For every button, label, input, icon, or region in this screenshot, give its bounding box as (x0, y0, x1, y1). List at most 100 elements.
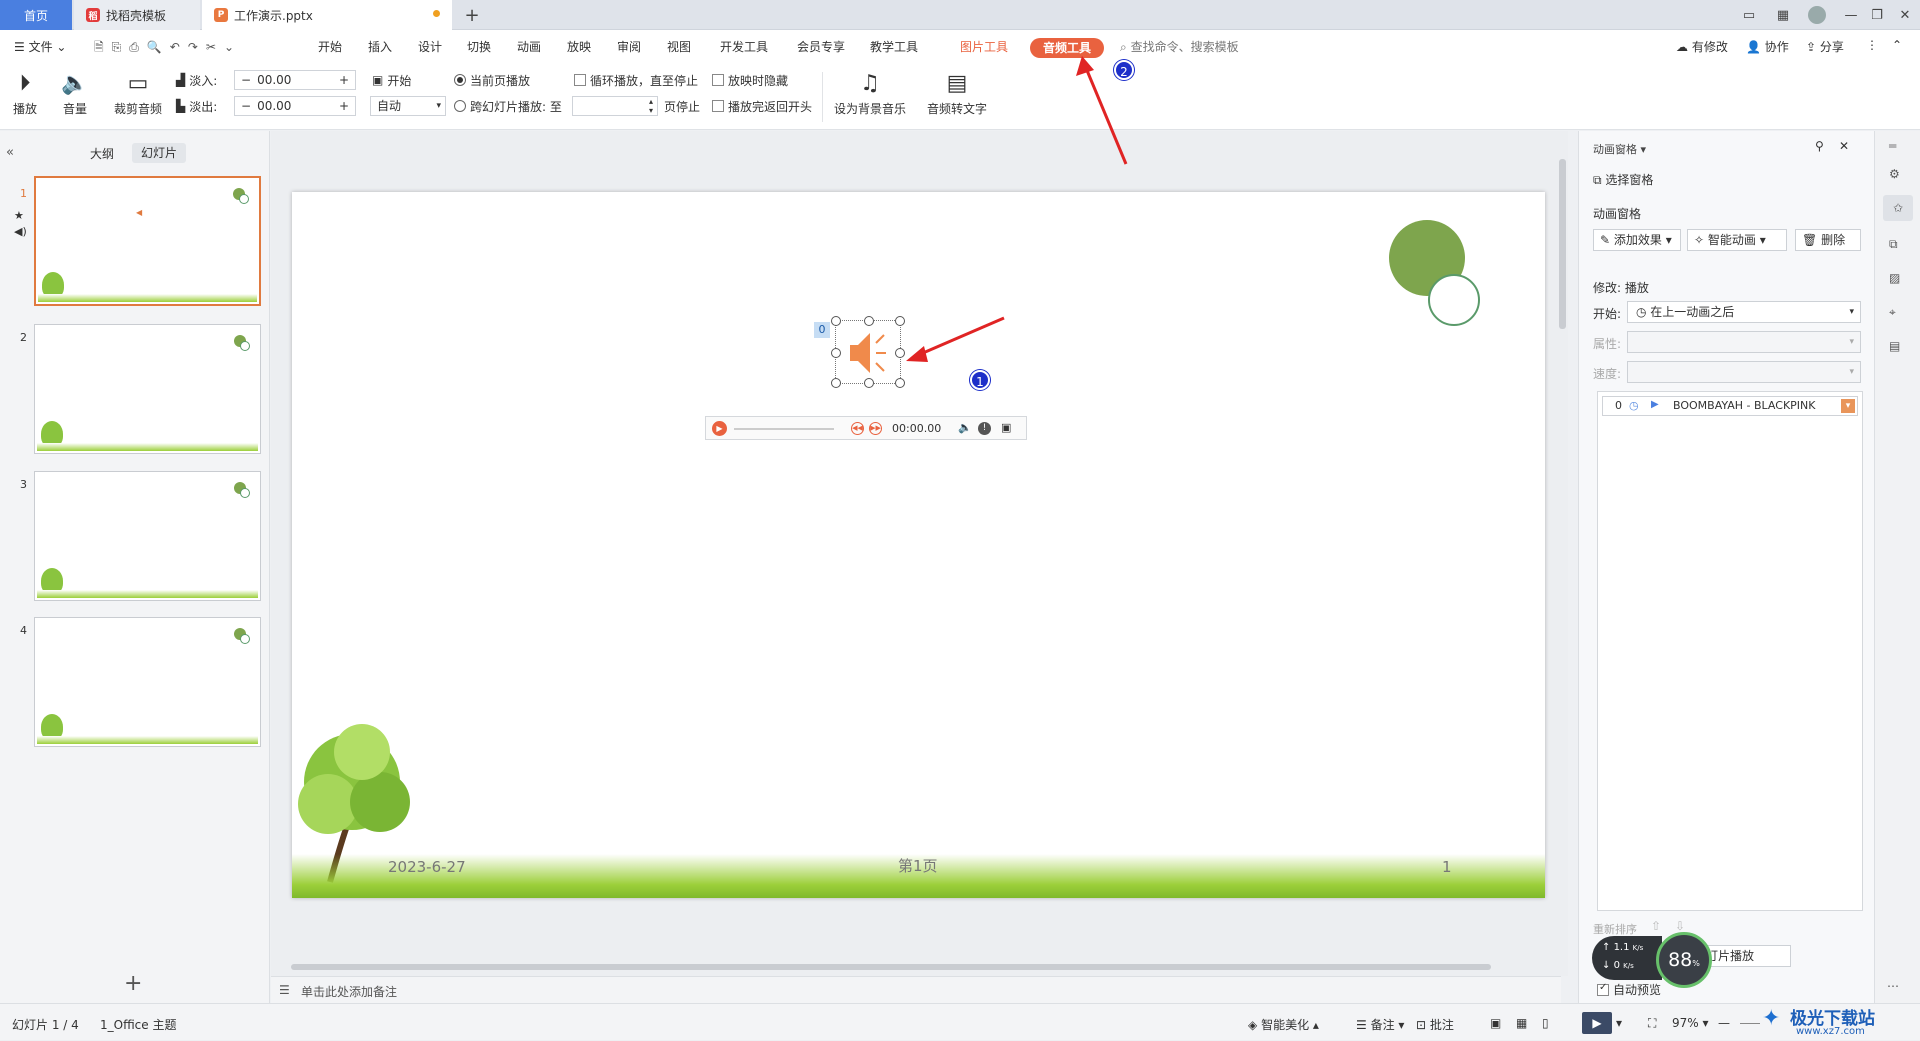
more-icon[interactable]: ⋮ (1866, 38, 1878, 52)
cross-slides-radio[interactable]: 跨幻灯片播放: 至 (454, 96, 562, 116)
zoom-out-icon[interactable]: — (1718, 1016, 1730, 1030)
menu-file[interactable]: ☰ 文件 ⌄ (14, 38, 66, 55)
add-slide-button[interactable]: + (124, 971, 142, 996)
avatar[interactable] (1800, 0, 1834, 30)
slideshow-play-button[interactable]: 灯片播放 (1699, 945, 1791, 967)
hide-on-show-checkbox[interactable]: 放映时隐藏 (712, 70, 788, 90)
modified-button[interactable]: ☁ 有修改 (1676, 38, 1728, 55)
audio-to-text-button[interactable]: ▤ 音频转文字 (924, 70, 990, 117)
current-page-radio[interactable]: 当前页播放 (454, 70, 530, 90)
notes-toggle-button[interactable]: ☰ 备注 ▾ (1356, 1016, 1404, 1033)
layout-icon[interactable]: ▭ (1732, 0, 1766, 30)
slide-thumbnail-1[interactable]: ◀ (34, 176, 261, 306)
zoom-level[interactable]: 97% ▾ (1672, 1016, 1709, 1030)
menu-teaching[interactable]: 教学工具 (870, 38, 918, 55)
hide-on-show-label: 放映时隐藏 (728, 73, 789, 88)
menu-view[interactable]: 视图 (667, 38, 691, 55)
menu-picture-tools[interactable]: 图片工具 (960, 38, 1008, 55)
menu-design[interactable]: 设计 (418, 38, 442, 55)
bg-music-button[interactable]: ♫ 设为背景音乐 (832, 70, 908, 117)
player-progress-track[interactable] (734, 428, 834, 430)
sorter-view-icon[interactable]: ▦ (1516, 1016, 1527, 1030)
share-button[interactable]: ⇪ 分享 (1806, 38, 1844, 55)
slide-thumbnail-2[interactable] (34, 324, 261, 454)
loop-checkbox[interactable]: 循环播放，直至停止 (574, 70, 698, 90)
slideshow-button[interactable]: ▶ (1582, 1012, 1612, 1034)
info-icon[interactable]: ! (978, 422, 991, 435)
tab-slides[interactable]: 幻灯片 (132, 143, 186, 163)
animation-item[interactable]: 0 ◷ ▶ BOOMBAYAH - BLACKPINK ▾ (1602, 396, 1858, 416)
properties-icon[interactable]: ⚙ (1889, 167, 1900, 181)
start-select[interactable]: 自动 ▾ (370, 96, 446, 116)
fit-icon[interactable]: ⛶ (1648, 1016, 1656, 1031)
notes-bar[interactable]: ☰ 单击此处添加备注 (271, 976, 1561, 1003)
slide-thumbnail-4[interactable] (34, 617, 261, 747)
collapse-ribbon-icon[interactable]: ⌃ (1892, 38, 1902, 52)
zoom-slider[interactable] (1740, 1023, 1760, 1024)
vertical-scrollbar[interactable] (1556, 141, 1568, 961)
menu-member[interactable]: 会员专享 (797, 38, 845, 55)
collapse-panel-icon[interactable]: « (6, 145, 14, 160)
select-pane-button[interactable]: ⧉ 选择窗格 (1593, 171, 1653, 188)
tab-document[interactable]: P 工作演示.pptx (202, 0, 452, 30)
player-play-button[interactable]: ▶ (712, 421, 727, 436)
grid-icon[interactable]: ▦ (1766, 0, 1800, 30)
stop-page-input[interactable]: ▴ ▾ (572, 96, 658, 116)
smart-animation-button[interactable]: ✧ 智能动画 ▾ (1687, 229, 1787, 251)
tab-outline[interactable]: 大纲 (90, 145, 114, 162)
menu-insert[interactable]: 插入 (368, 38, 392, 55)
comments-button[interactable]: ⊡ 批注 (1416, 1016, 1454, 1033)
menu-transition[interactable]: 切换 (467, 38, 491, 55)
horizontal-scrollbar[interactable] (281, 962, 1541, 972)
book-icon[interactable]: ▤ (1889, 339, 1900, 353)
item-dropdown-icon[interactable]: ▾ (1841, 399, 1855, 413)
start-dropdown[interactable]: ◷ 在上一动画之后 ▾ (1627, 301, 1861, 323)
pane-close-icon[interactable]: ✕ (1839, 139, 1849, 153)
player-volume-icon[interactable]: 🔈 (958, 421, 972, 434)
collab-button[interactable]: 👤 协作 (1746, 38, 1789, 55)
trim-audio-button[interactable]: ▭ 裁剪音频 (110, 70, 166, 117)
speed-dropdown[interactable]: ▾ (1627, 361, 1861, 383)
forward-icon[interactable]: ▶▶ (869, 422, 882, 435)
location-icon[interactable]: ⌖ (1889, 305, 1896, 320)
pane-title[interactable]: 动画窗格 ▾ (1593, 141, 1646, 157)
close-icon[interactable]: ✕ (1888, 0, 1920, 30)
move-down-icon[interactable]: ⇩ (1675, 919, 1685, 933)
more-tools-icon[interactable]: ⋯ (1887, 979, 1899, 993)
audio-object[interactable] (831, 316, 905, 388)
transition-icon[interactable]: ⧉ (1889, 237, 1898, 252)
fade-out-input[interactable]: −00.00 + (234, 96, 356, 116)
rewind-checkbox[interactable]: 播放完返回开头 (712, 96, 812, 116)
theme-name[interactable]: 1_Office 主题 (100, 1016, 176, 1033)
property-dropdown[interactable]: ▾ (1627, 331, 1861, 353)
slideshow-dropdown-icon[interactable]: ▾ (1616, 1016, 1622, 1030)
volume-button[interactable]: 🔈 音量 (54, 70, 96, 117)
smart-animation-label: 智能动画 (1707, 233, 1756, 247)
player-settings-icon[interactable]: ▣ (1001, 421, 1011, 434)
tab-home[interactable]: 首页 (0, 0, 72, 30)
menu-slideshow[interactable]: 放映 (567, 38, 591, 55)
delete-button[interactable]: 🗑 删除 (1795, 229, 1861, 251)
menu-developer[interactable]: 开发工具 (720, 38, 768, 55)
new-tab-button[interactable]: + (458, 0, 486, 30)
smart-beautify-button[interactable]: ◈ 智能美化 ▴ (1248, 1016, 1319, 1033)
menu-review[interactable]: 审阅 (617, 38, 641, 55)
search-box[interactable]: ⌕ 查找命令、搜索模板 (1120, 38, 1239, 55)
pin-icon[interactable]: ⚲ (1815, 139, 1824, 153)
picture-icon[interactable]: ▨ (1889, 271, 1900, 285)
normal-view-icon[interactable]: ▣ (1490, 1016, 1501, 1030)
animation-pane-icon[interactable]: ✩ (1883, 195, 1913, 221)
menu-start[interactable]: 开始 (318, 38, 342, 55)
add-effect-button[interactable]: ✎ 添加效果 ▾ (1593, 229, 1681, 251)
autopreview-checkbox[interactable]: ✓ 自动预览 (1597, 981, 1661, 998)
fade-in-input[interactable]: −00.00 + (234, 70, 356, 90)
move-up-icon[interactable]: ⇧ (1651, 919, 1661, 933)
reading-view-icon[interactable]: ▯ (1542, 1016, 1549, 1030)
play-button[interactable]: ⏵ 播放 (8, 70, 42, 117)
slide-canvas[interactable]: 0 ▶ ◀◀ ▶▶ 00:00.00 🔈 ! ▣ 1 2023-6-27 第1页… (292, 192, 1545, 898)
quick-access-toolbar[interactable]: 🗎⎘⎙🔍↶↷✂⌄ (94, 38, 242, 59)
rewind-icon[interactable]: ◀◀ (851, 422, 864, 435)
slide-thumbnail-3[interactable] (34, 471, 261, 601)
menu-animation[interactable]: 动画 (517, 38, 541, 55)
tab-template[interactable]: 稻 找稻壳模板 (74, 0, 200, 30)
